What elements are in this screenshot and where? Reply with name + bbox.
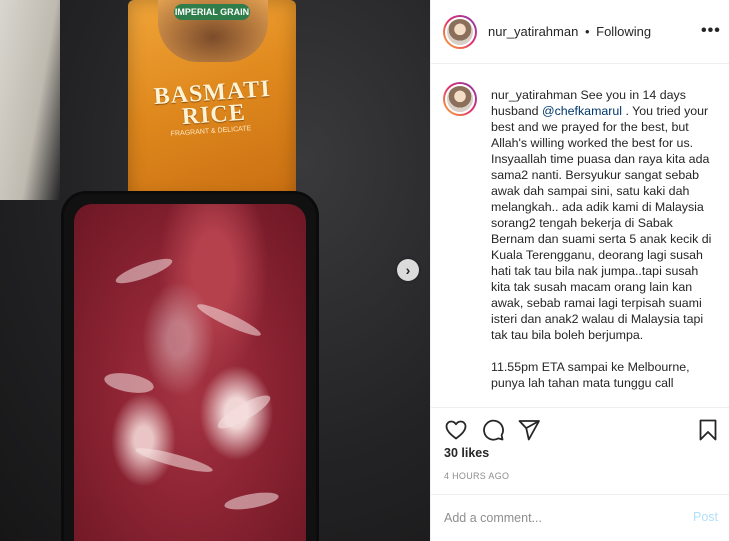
- rice-bag-brand: IMPERIAL GRAIN: [174, 4, 250, 20]
- likes-count[interactable]: 30 likes: [444, 446, 489, 460]
- avatar[interactable]: [443, 15, 477, 49]
- comment-input[interactable]: [444, 508, 674, 528]
- username-link[interactable]: nur_yatirahman: [488, 24, 578, 39]
- action-bar: [431, 407, 729, 447]
- basmati-rice-bag: IMPERIAL GRAIN BASMATI RICE FRAGRANT & D…: [128, 0, 296, 200]
- post-header: nur_yatirahman • Following •••: [431, 0, 729, 64]
- fat-marbling: [133, 443, 215, 477]
- fat-marbling: [214, 390, 274, 434]
- wall-corner: [0, 0, 60, 200]
- post-timestamp[interactable]: 4 HOURS AGO: [444, 471, 509, 481]
- header-user-info: nur_yatirahman • Following: [488, 24, 651, 39]
- mention-link[interactable]: @chefkamarul: [542, 104, 622, 118]
- caption-scroll-area[interactable]: nur_yatirahman See you in 14 days husban…: [431, 65, 729, 407]
- more-options-button[interactable]: •••: [701, 22, 721, 40]
- post-photo[interactable]: IMPERIAL GRAIN BASMATI RICE FRAGRANT & D…: [0, 0, 430, 541]
- chevron-right-icon: ›: [405, 262, 411, 278]
- post-comment-button[interactable]: Post: [693, 510, 718, 524]
- post-side-panel: nur_yatirahman • Following ••• nur_yatir…: [430, 0, 729, 541]
- share-icon: [518, 420, 540, 441]
- avatar[interactable]: [443, 82, 477, 116]
- save-button[interactable]: [696, 418, 720, 442]
- following-button[interactable]: Following: [596, 24, 651, 39]
- avatar-image: [445, 17, 475, 47]
- comment-icon: [483, 419, 504, 441]
- fat-marbling: [102, 369, 156, 397]
- separator-dot: •: [584, 24, 590, 39]
- rice-bag-title: BASMATI RICE: [152, 75, 272, 131]
- carousel-next-button[interactable]: ›: [397, 259, 419, 281]
- heart-icon: [445, 420, 467, 440]
- comment-composer: Post: [431, 494, 729, 541]
- avatar-image: [445, 84, 475, 114]
- comment-button[interactable]: [481, 418, 505, 442]
- caption-text: nur_yatirahman See you in 14 days husban…: [491, 87, 719, 391]
- like-button[interactable]: [444, 418, 468, 442]
- bookmark-icon: [699, 419, 717, 441]
- share-button[interactable]: [517, 418, 541, 442]
- caption-username-link[interactable]: nur_yatirahman: [491, 88, 577, 102]
- fat-marbling: [113, 254, 175, 288]
- fat-marbling: [223, 489, 280, 513]
- fat-marbling: [194, 299, 264, 341]
- more-horizontal-icon: •••: [701, 22, 721, 39]
- caption-body: . You tried your best and we prayed for …: [491, 104, 712, 390]
- beef-meat: [74, 204, 306, 541]
